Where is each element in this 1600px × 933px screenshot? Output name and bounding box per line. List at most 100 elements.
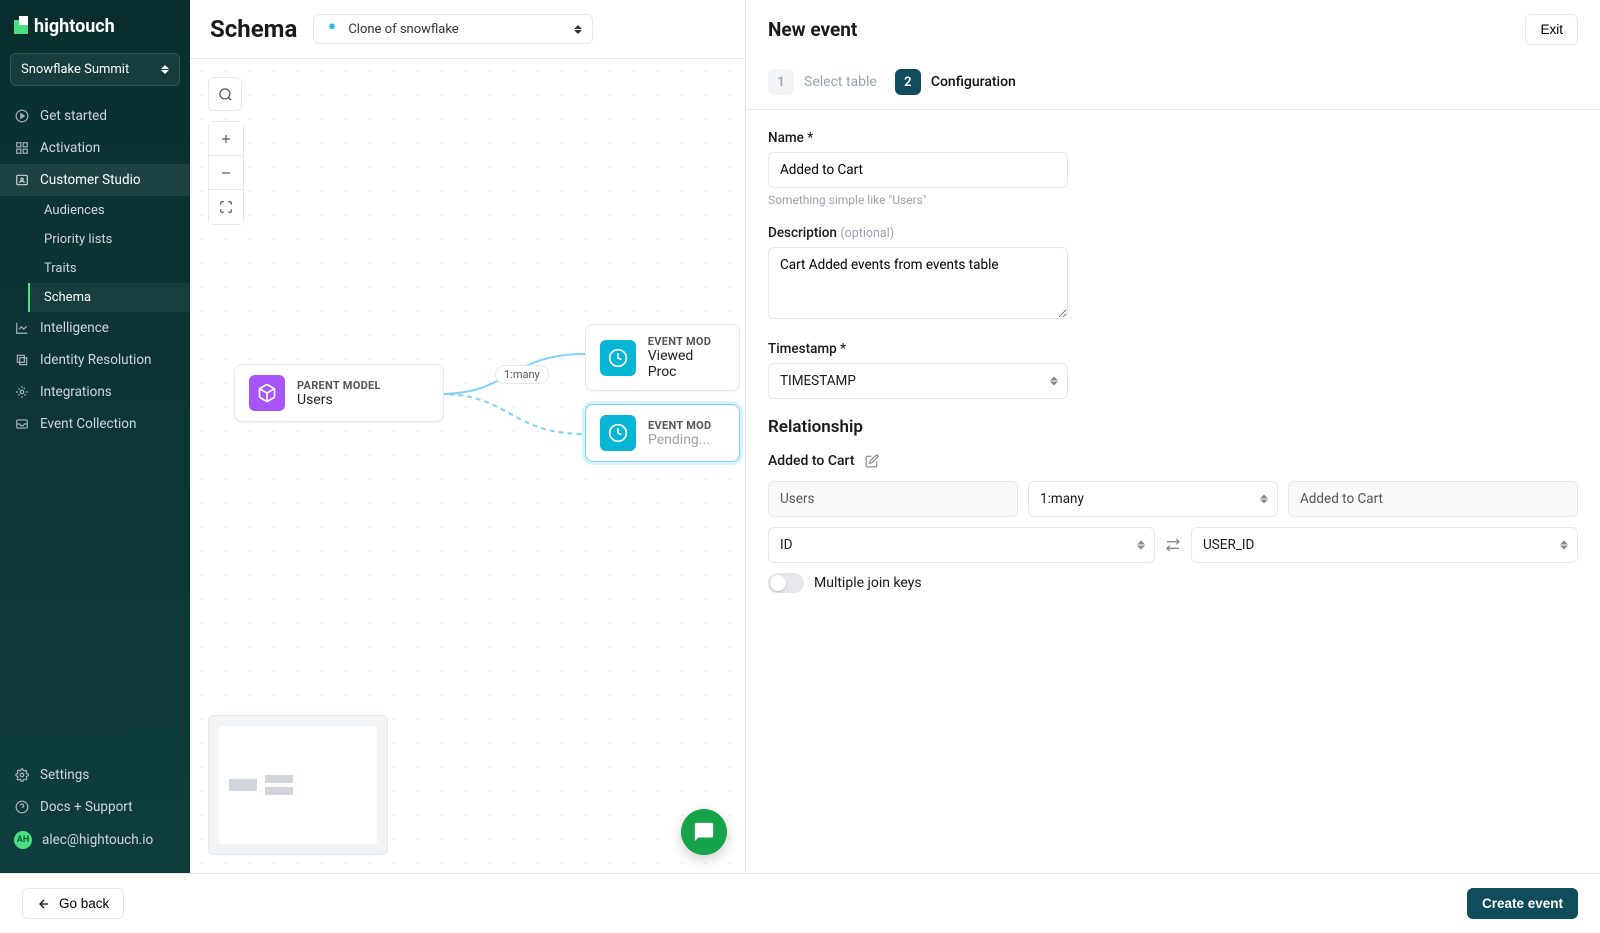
node-event-viewed[interactable]: EVENT MOD Viewed Proc xyxy=(585,324,740,391)
nav-identity-resolution[interactable]: Identity Resolution xyxy=(0,344,190,376)
button-label: Go back xyxy=(59,896,109,911)
brand-logo: hightouch xyxy=(0,12,190,53)
step-label: Select table xyxy=(804,74,877,90)
chat-fab[interactable] xyxy=(681,809,727,855)
nav-event-collection[interactable]: Event Collection xyxy=(0,408,190,440)
grid-icon xyxy=(14,140,30,156)
source-selector[interactable]: Clone of snowflake xyxy=(313,14,593,44)
timestamp-label: Timestamp * xyxy=(768,341,1578,357)
nav-label: Customer Studio xyxy=(40,172,141,188)
panel-header: New event Exit xyxy=(746,0,1600,59)
hightouch-logo-icon xyxy=(14,20,28,34)
edit-icon[interactable] xyxy=(865,454,879,468)
nav-label: Event Collection xyxy=(40,416,136,432)
minimap[interactable] xyxy=(208,715,388,855)
workspace-name: Snowflake Summit xyxy=(21,62,129,77)
timestamp-select[interactable]: TIMESTAMP xyxy=(768,363,1068,399)
node-event-pending[interactable]: EVENT MOD Pending... xyxy=(585,404,740,462)
layers-icon xyxy=(14,352,30,368)
settings-icon xyxy=(14,767,30,783)
zoom-in-button[interactable] xyxy=(209,122,243,156)
canvas-tools xyxy=(208,77,244,225)
nav-schema[interactable]: Schema xyxy=(28,283,190,312)
sidebar: hightouch Snowflake Summit Get started A… xyxy=(0,0,190,873)
sidebar-footer: Settings Docs + Support AH alec@hightouc… xyxy=(0,755,190,861)
avatar: AH xyxy=(14,831,32,849)
brand-name: hightouch xyxy=(34,16,115,37)
nav-settings[interactable]: Settings xyxy=(0,759,190,791)
nav-label: Get started xyxy=(40,108,107,124)
name-input[interactable] xyxy=(768,152,1068,188)
node-kicker: EVENT MOD xyxy=(648,419,712,432)
relationship-name-row: Added to Cart xyxy=(768,453,1578,469)
chat-icon xyxy=(693,821,715,843)
node-kicker: EVENT MOD xyxy=(648,335,725,348)
create-event-button[interactable]: Create event xyxy=(1467,888,1578,919)
step-select-table[interactable]: 1 Select table xyxy=(768,69,877,95)
cube-icon xyxy=(249,375,285,411)
step-configuration[interactable]: 2 Configuration xyxy=(895,69,1016,95)
schema-canvas[interactable]: 1:many PARENT MODEL Users EVENT MOD View… xyxy=(190,59,745,873)
from-key-select[interactable]: ID xyxy=(768,527,1155,563)
nav-priority-lists[interactable]: Priority lists xyxy=(28,225,190,254)
fit-button[interactable] xyxy=(209,190,243,224)
nav-label: Settings xyxy=(40,767,89,783)
user-email: alec@hightouch.io xyxy=(42,832,153,848)
workspace-selector[interactable]: Snowflake Summit xyxy=(10,53,180,86)
snowflake-icon xyxy=(324,21,340,37)
description-input[interactable]: Cart Added events from events table xyxy=(768,247,1068,319)
swap-icon xyxy=(1165,537,1181,553)
nav-integrations[interactable]: Integrations xyxy=(0,376,190,408)
nav-label: Activation xyxy=(40,140,100,156)
stepper: 1 Select table 2 Configuration xyxy=(746,59,1600,110)
panel-body: Name * Something simple like "Users" Des… xyxy=(746,110,1600,873)
audience-icon xyxy=(14,172,30,188)
search-button[interactable] xyxy=(208,77,242,111)
rel-to: Added to Cart xyxy=(1288,481,1578,517)
nav-label: Intelligence xyxy=(40,320,109,336)
exit-button[interactable]: Exit xyxy=(1525,14,1578,45)
nav-activation[interactable]: Activation xyxy=(0,132,190,164)
node-title: Users xyxy=(297,392,381,408)
nav-user-account[interactable]: AH alec@hightouch.io xyxy=(0,823,190,857)
node-title: Viewed Proc xyxy=(648,348,725,380)
nav-customer-studio[interactable]: Customer Studio xyxy=(0,164,190,196)
nav-label: Integrations xyxy=(40,384,112,400)
multi-join-toggle: Multiple join keys xyxy=(768,573,1578,593)
clock-icon xyxy=(600,415,636,451)
chart-icon xyxy=(14,320,30,336)
nav-traits[interactable]: Traits xyxy=(28,254,190,283)
chevron-sort-icon xyxy=(574,25,582,34)
page-title: Schema xyxy=(210,15,297,43)
field-description: Description (optional) Cart Added events… xyxy=(768,225,1578,323)
nav-label: Audiences xyxy=(44,203,105,218)
step-number: 1 xyxy=(768,69,794,95)
zoom-group xyxy=(208,121,244,225)
to-key-select[interactable]: USER_ID xyxy=(1191,527,1578,563)
rel-from: Users xyxy=(768,481,1018,517)
field-name: Name * Something simple like "Users" xyxy=(768,130,1578,207)
nav-docs-support[interactable]: Docs + Support xyxy=(0,791,190,823)
nav-get-started[interactable]: Get started xyxy=(0,100,190,132)
zoom-out-button[interactable] xyxy=(209,156,243,190)
main-nav: Get started Activation Customer Studio A… xyxy=(0,100,190,755)
name-label: Name * xyxy=(768,130,1578,146)
field-timestamp: Timestamp * TIMESTAMP xyxy=(768,341,1578,399)
nav-customer-studio-sub: Audiences Priority lists Traits Schema xyxy=(0,196,190,312)
go-back-button[interactable]: Go back xyxy=(22,888,124,919)
source-name: Clone of snowflake xyxy=(348,22,458,37)
main: Schema Clone of snowflake xyxy=(190,0,745,873)
cardinality-select[interactable]: 1:many xyxy=(1028,481,1278,517)
node-parent-users[interactable]: PARENT MODEL Users xyxy=(234,364,444,422)
clock-icon xyxy=(600,340,636,376)
relationship-keys: ID USER_ID xyxy=(768,527,1578,563)
nav-intelligence[interactable]: Intelligence xyxy=(0,312,190,344)
nav-audiences[interactable]: Audiences xyxy=(28,196,190,225)
inbox-icon xyxy=(14,416,30,432)
desc-label: Description (optional) xyxy=(768,225,1578,241)
toggle-label: Multiple join keys xyxy=(814,575,922,591)
new-event-panel: New event Exit 1 Select table 2 Configur… xyxy=(745,0,1600,873)
relationship-name: Added to Cart xyxy=(768,453,855,469)
edge-label: 1:many xyxy=(495,365,549,384)
toggle-switch[interactable] xyxy=(768,573,804,593)
